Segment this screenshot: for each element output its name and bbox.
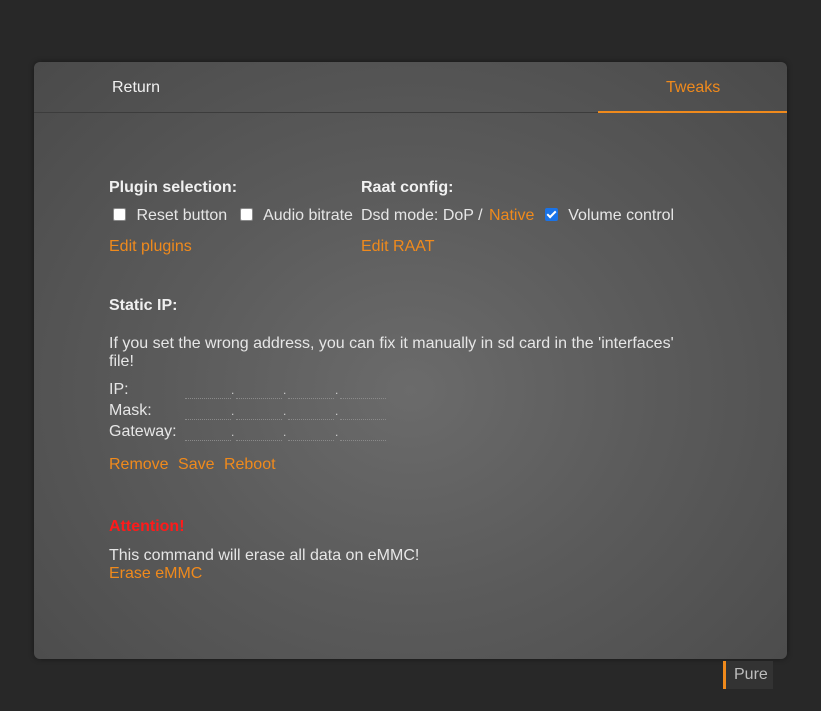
mask-separator: . [231,404,235,418]
mask-label: Mask: [109,402,152,419]
remove-link[interactable]: Remove [109,456,169,473]
ip-separator: . [283,383,287,397]
ip-octet-3[interactable] [288,384,334,399]
edit-raat-link[interactable]: Edit RAAT [361,238,435,256]
audio-bitrate-checkbox[interactable] [239,208,253,221]
attention-heading: Attention! [109,518,185,535]
mask-row: Mask: . . . [109,402,409,422]
dsd-native-option[interactable]: Native [489,207,534,224]
erase-emmc-link[interactable]: Erase eMMC [109,565,202,583]
edit-plugins-link[interactable]: Edit plugins [109,238,192,256]
tab-tweaks[interactable]: Tweaks [598,62,787,113]
emmc-warning: This command will erase all data on eMMC… [109,547,420,564]
mask-separator: . [335,404,339,418]
reset-button-checkbox[interactable] [113,208,126,221]
ip-separator: . [231,383,235,397]
gateway-separator: . [231,425,235,439]
gateway-octet-3[interactable] [288,426,334,441]
mask-octet-1[interactable] [185,405,231,420]
static-ip-actions: Remove Save Reboot [109,456,276,474]
mask-octet-3[interactable] [288,405,334,420]
pure-mode-button[interactable]: Pure [723,661,773,689]
gateway-octet-4[interactable] [340,426,386,441]
volume-control-label: Volume control [568,207,675,224]
mask-separator: . [283,404,287,418]
ip-separator: . [335,383,339,397]
static-ip-note: If you set the wrong address, you can fi… [109,335,674,370]
gateway-row: Gateway: . . . [109,423,409,443]
plugin-selection-heading: Plugin selection: [109,179,238,196]
dsd-mode-label: Dsd mode: DoP / [361,207,483,224]
ip-row: IP: . . . [109,381,409,401]
ip-octet-1[interactable] [185,384,231,399]
gateway-separator: . [335,425,339,439]
volume-control-checkbox[interactable] [544,208,558,221]
reboot-link[interactable]: Reboot [224,456,276,473]
reset-button-label: Reset button [136,207,228,224]
gateway-label: Gateway: [109,423,177,440]
tweaks-panel: Return Tweaks Plugin selection: Reset bu… [34,62,787,659]
pure-mode-label: Pure [734,666,768,683]
save-link[interactable]: Save [178,456,214,473]
mask-octet-2[interactable] [236,405,282,420]
ip-octet-4[interactable] [340,384,386,399]
plugin-options: Reset button Audio bitrate [113,207,353,225]
tab-tweaks-label: Tweaks [666,79,721,96]
tab-return[interactable]: Return [112,79,160,97]
tab-bar: Return Tweaks [34,62,787,113]
gateway-octet-2[interactable] [236,426,282,441]
gateway-octet-1[interactable] [185,426,231,441]
mask-octet-4[interactable] [340,405,386,420]
raat-config-heading: Raat config: [361,179,454,196]
gateway-separator: . [283,425,287,439]
static-ip-heading: Static IP: [109,297,178,314]
audio-bitrate-label: Audio bitrate [263,207,353,224]
ip-octet-2[interactable] [236,384,282,399]
ip-label: IP: [109,381,129,398]
raat-options: Dsd mode: DoP / Native Volume control [361,207,674,225]
